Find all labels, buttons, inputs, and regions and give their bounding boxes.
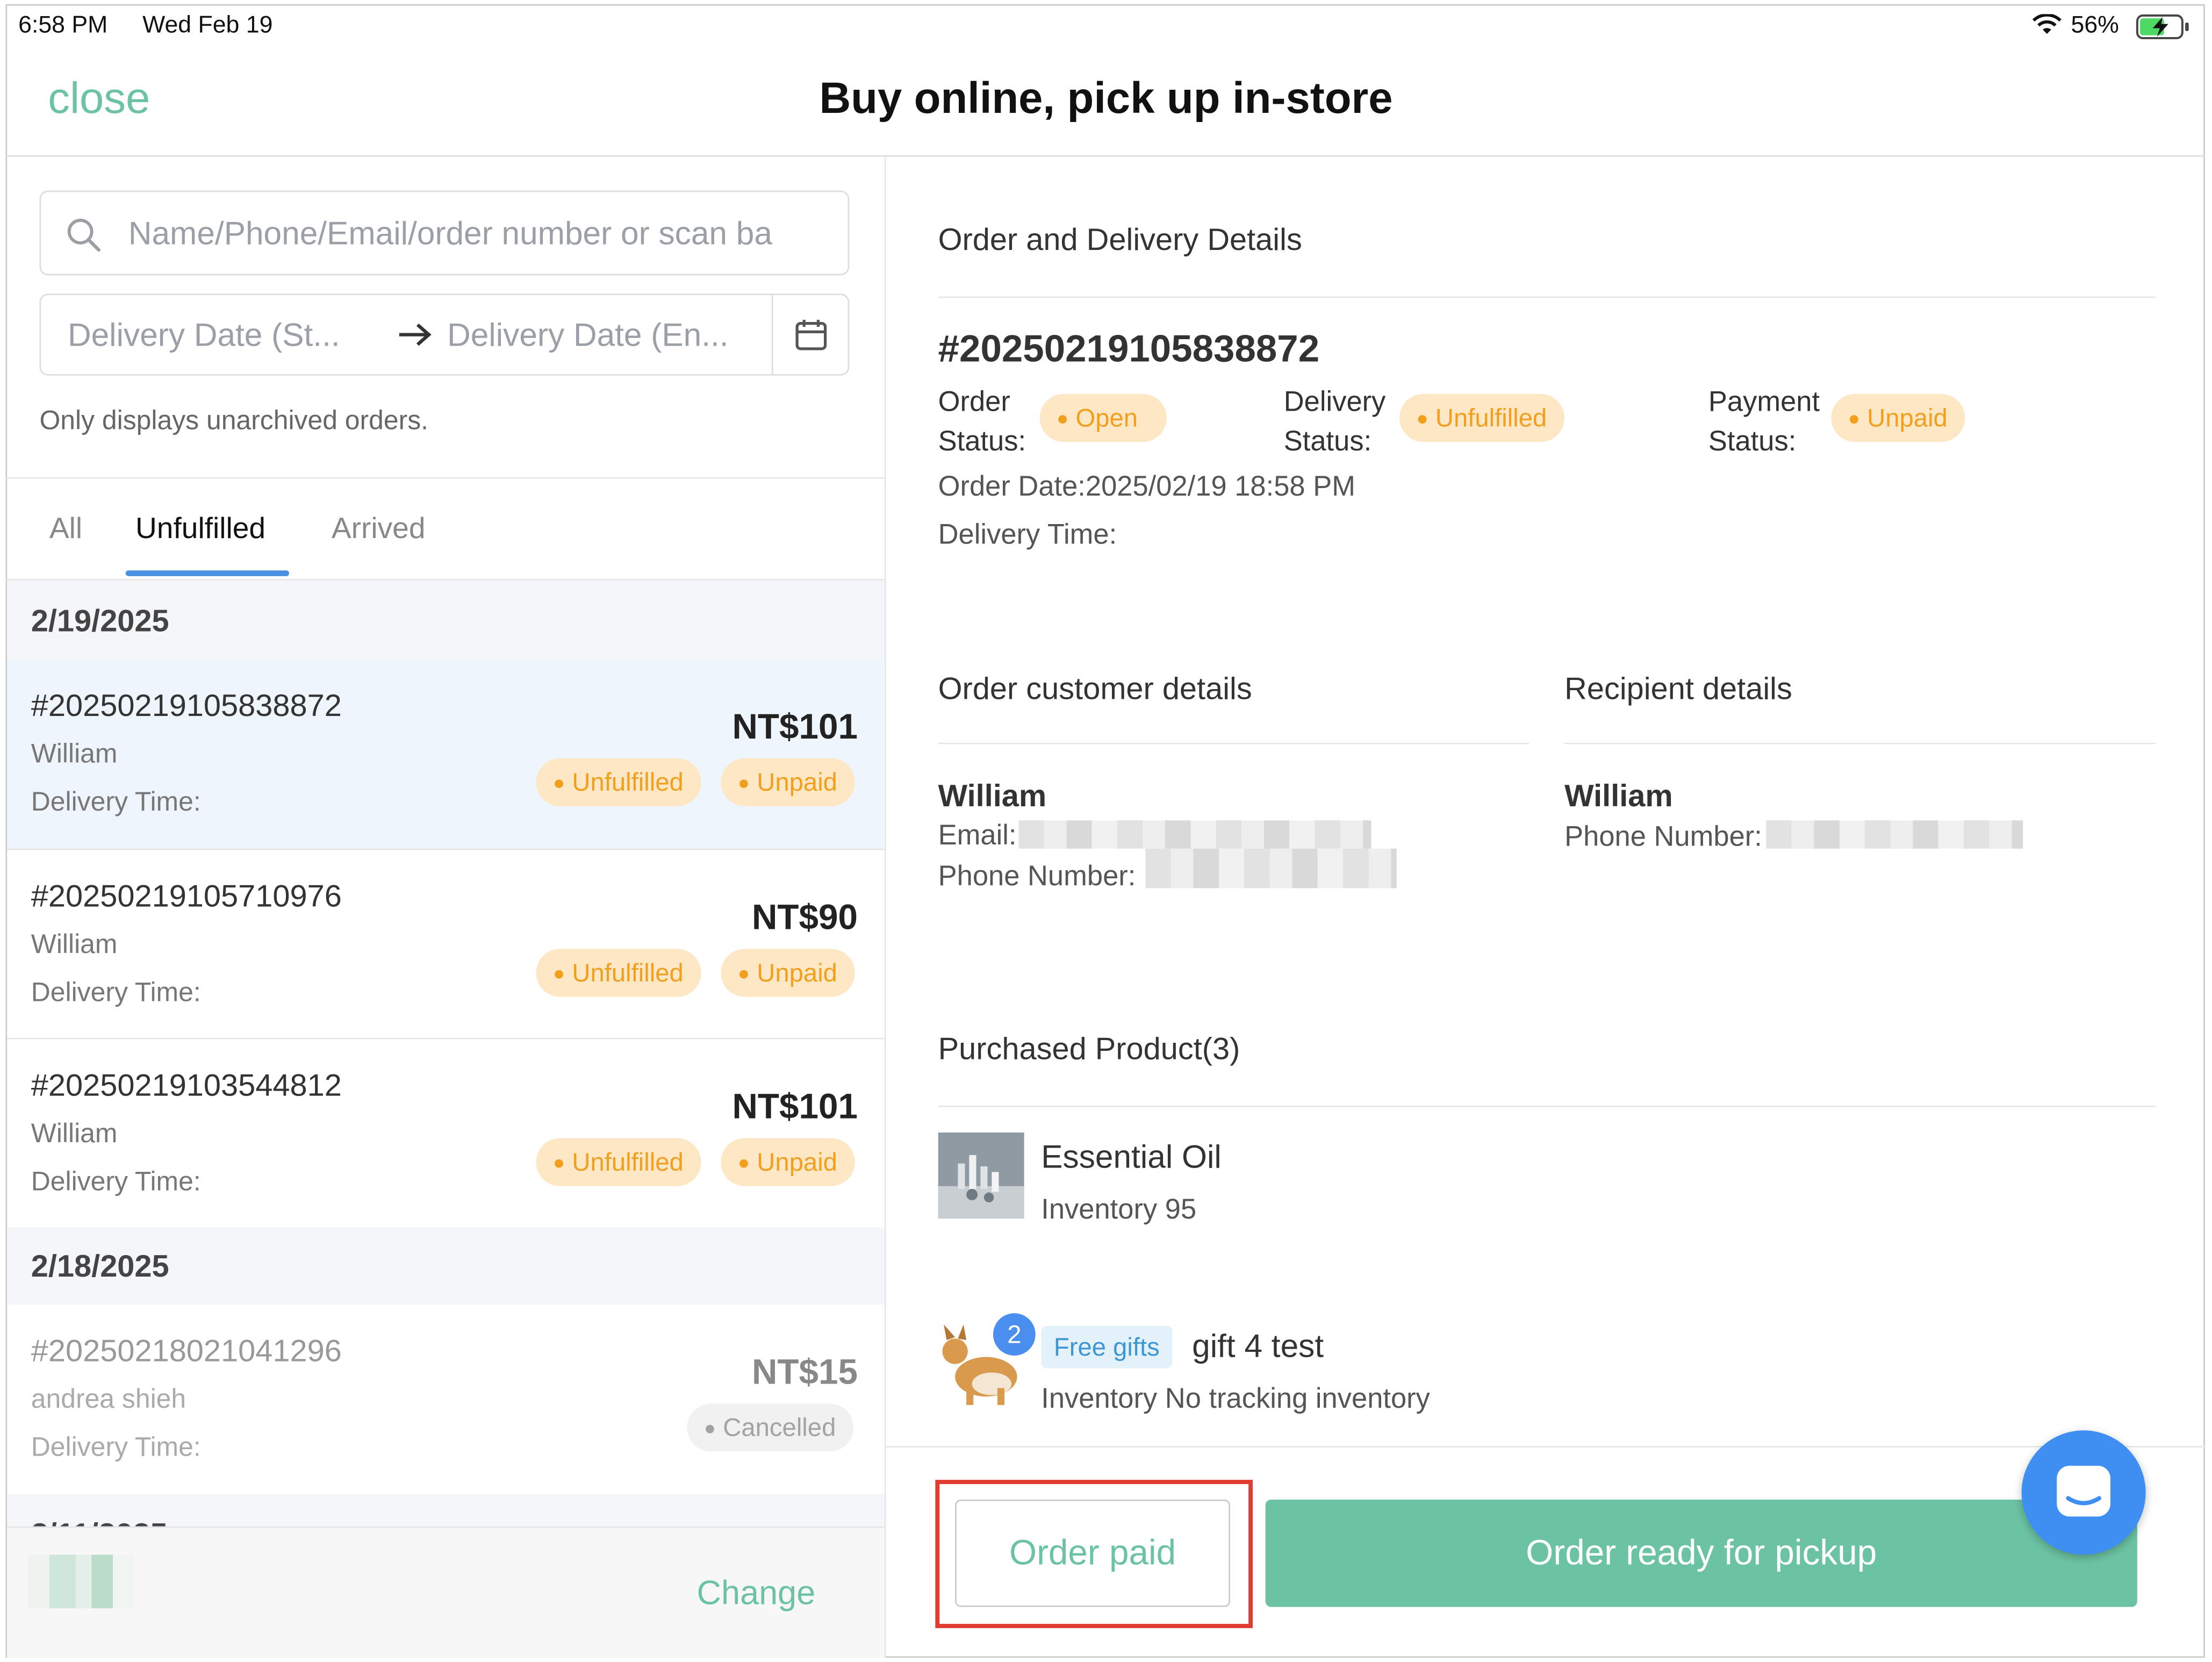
product-thumbnail	[938, 1132, 1024, 1219]
delivery-status-badge: ● Unfulfilled	[536, 758, 701, 807]
order-list-item[interactable]: #20250219103544812 William Delivery Time…	[7, 1039, 885, 1227]
order-paid-button[interactable]: Order paid	[955, 1499, 1230, 1607]
action-bar-divider	[886, 1446, 2205, 1448]
search-icon	[67, 218, 100, 252]
order-status-badge: ● Cancelled	[687, 1403, 853, 1452]
tab-arrived[interactable]: Arrived	[332, 513, 426, 547]
payment-status-badge: ● Unpaid	[721, 758, 854, 807]
group-date: 2/11/2025	[31, 1516, 168, 1526]
tab-all[interactable]: All	[49, 513, 82, 547]
group-date: 2/19/2025	[31, 603, 169, 639]
status-date: Wed Feb 19	[142, 11, 273, 38]
recipient-name: William	[1564, 778, 1673, 814]
redacted-email	[1018, 820, 1371, 849]
order-number: #20250219105710976	[31, 878, 342, 914]
order-customer: andrea shieh	[31, 1385, 186, 1415]
battery-percent: 56%	[2071, 11, 2119, 38]
search-input[interactable]: Name/Phone/Email/order number or scan ba	[39, 190, 850, 276]
order-number: #20250218021041296	[31, 1333, 342, 1369]
group-date: 2/18/2025	[31, 1248, 169, 1284]
order-delivery-time: Delivery Time:	[31, 978, 201, 1008]
order-delivery-time: Delivery Time:	[31, 1433, 201, 1463]
order-ready-pickup-button[interactable]: Order ready for pickup	[1265, 1499, 2137, 1607]
payment-status-badge: ● Unpaid	[721, 949, 854, 997]
gift-name: gift 4 test	[1192, 1327, 1324, 1364]
chat-icon	[2057, 1465, 2110, 1517]
order-amount: NT$101	[732, 707, 858, 747]
recipient-details-title: Recipient details	[1564, 670, 1792, 706]
chat-button[interactable]	[2021, 1430, 2146, 1555]
change-store-button[interactable]: Change	[697, 1574, 816, 1614]
section-divider	[938, 1105, 2156, 1107]
order-amount: NT$15	[752, 1352, 858, 1393]
product-inventory: Inventory 95	[1041, 1194, 1197, 1226]
section-divider	[938, 742, 1529, 744]
order-amount: NT$101	[732, 1087, 858, 1127]
customer-phone-label: Phone Number:	[938, 861, 1136, 893]
payment-status-badge: ● Unpaid	[1831, 393, 1965, 442]
customer-details-title: Order customer details	[938, 670, 1252, 706]
page-title: Buy online, pick up in-store	[819, 73, 1393, 123]
store-avatar	[28, 1554, 134, 1609]
order-customer: William	[31, 740, 118, 770]
date-group-header: 2/19/2025	[7, 580, 885, 660]
order-status-label: Order Status:	[938, 386, 1026, 458]
payment-status-badge: ● Unpaid	[721, 1138, 854, 1186]
order-list-item[interactable]: #20250218021041296 andrea shieh Delivery…	[7, 1305, 885, 1494]
header-divider	[5, 155, 2205, 157]
detail-order-number: #20250219105838872	[938, 327, 1320, 370]
battery-charging-icon	[2136, 14, 2189, 39]
order-date: Order Date:2025/02/19 18:58 PM	[938, 471, 1355, 503]
section-divider	[938, 296, 2156, 298]
delivery-date-range[interactable]: Delivery Date (St... Delivery Date (En..…	[39, 293, 850, 376]
date-group-header: 2/11/2025	[7, 1494, 885, 1527]
order-details-title: Order and Delivery Details	[938, 221, 1302, 257]
search-placeholder: Name/Phone/Email/order number or scan ba	[128, 214, 772, 252]
order-customer: William	[31, 930, 118, 961]
payment-status-label: Payment Status:	[1708, 386, 1820, 458]
product-name: Essential Oil	[1041, 1138, 1222, 1175]
order-delivery-time: Delivery Time:	[31, 787, 201, 818]
customer-email-label: Email:	[938, 820, 1017, 852]
customer-name: William	[938, 778, 1047, 814]
detail-delivery-time: Delivery Time:	[938, 519, 1117, 551]
filter-divider	[5, 477, 885, 479]
active-tab-indicator	[125, 570, 290, 576]
redacted-phone	[1766, 820, 2023, 849]
store-footer: Change	[7, 1526, 885, 1658]
date-divider	[771, 295, 773, 375]
order-customer: William	[31, 1120, 118, 1150]
order-amount: NT$90	[752, 898, 858, 938]
status-time: 6:58 PM	[18, 11, 108, 38]
calendar-icon[interactable]	[794, 318, 828, 352]
app-window: 6:58 PM Wed Feb 19 56% close Buy online,…	[0, 0, 2212, 1662]
tab-unfulfilled[interactable]: Unfulfilled	[135, 513, 265, 547]
delivery-status-badge: ● Unfulfilled	[536, 1138, 701, 1186]
unarchived-note: Only displays unarchived orders.	[39, 406, 429, 436]
column-divider	[884, 156, 886, 1658]
delivery-status-badge: ● Unfulfilled	[536, 949, 701, 997]
date-start-input[interactable]: Delivery Date (St...	[68, 316, 340, 354]
order-status-badge: ● Open	[1039, 393, 1166, 442]
redacted-phone	[1145, 848, 1397, 889]
date-end-input[interactable]: Delivery Date (En...	[447, 316, 728, 354]
order-list-item[interactable]: #20250219105838872 William Delivery Time…	[7, 659, 885, 849]
wifi-icon	[2032, 14, 2062, 34]
date-group-header: 2/18/2025	[7, 1227, 885, 1305]
order-number: #20250219105838872	[31, 687, 342, 723]
order-delivery-time: Delivery Time:	[31, 1167, 201, 1198]
purchased-products-title: Purchased Product(3)	[938, 1030, 1240, 1066]
order-list-item[interactable]: #20250219105710976 William Delivery Time…	[7, 850, 885, 1037]
section-divider	[1564, 742, 2156, 744]
delivery-status-badge: ● Unfulfilled	[1399, 393, 1564, 442]
free-gifts-tag: Free gifts	[1041, 1326, 1173, 1369]
gift-inventory: Inventory No tracking inventory	[1041, 1384, 1430, 1415]
recipient-phone-label: Phone Number:	[1564, 821, 1762, 853]
order-number: #20250219103544812	[31, 1068, 342, 1103]
delivery-status-label: Delivery Status:	[1283, 386, 1386, 458]
arrow-right-icon	[399, 323, 432, 346]
quantity-badge: 2	[993, 1313, 1036, 1356]
